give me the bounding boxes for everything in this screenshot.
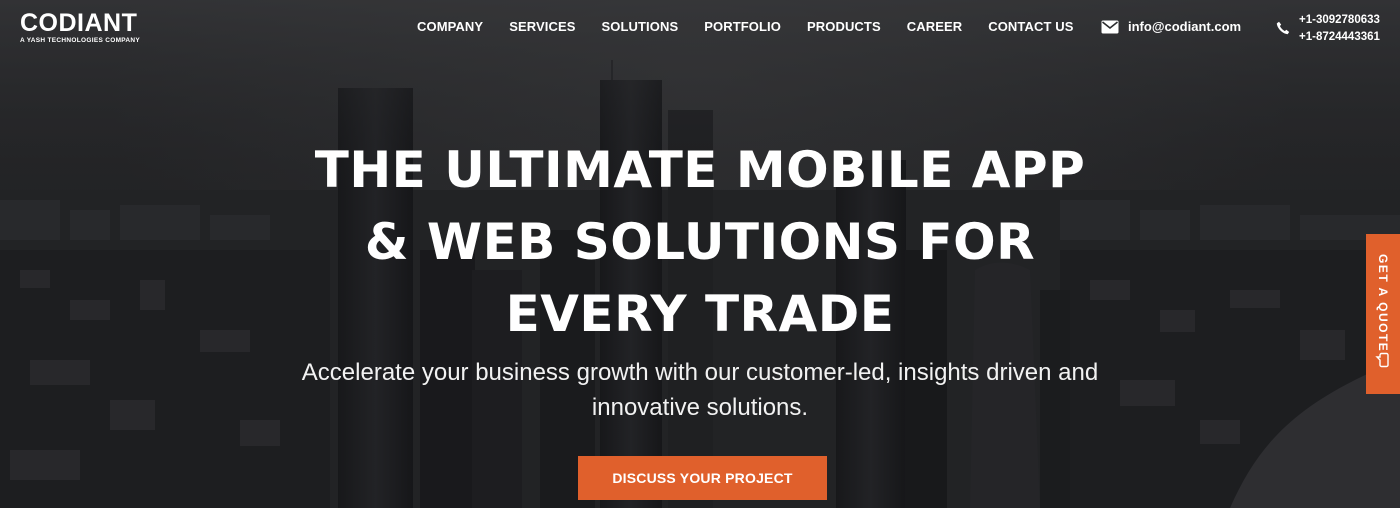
get-a-quote-label: GET A QUOTE [1376, 254, 1390, 353]
hero-headline: THE ULTIMATE MOBILE APP & WEB SOLUTIONS … [0, 134, 1400, 350]
logo-name: CODIANT [20, 9, 138, 37]
phone-contact[interactable]: +1-3092780633 +1-8724443361 [1276, 12, 1380, 46]
phone-number-2[interactable]: +1-8724443361 [1299, 29, 1380, 46]
email-address: info@codiant.com [1128, 19, 1242, 34]
email-contact[interactable]: info@codiant.com [1101, 19, 1241, 34]
chat-icon [1375, 352, 1389, 368]
nav-item-products[interactable]: PRODUCTS [807, 19, 881, 34]
subtext-line-1: Accelerate your business growth with our… [301, 359, 1099, 386]
headline-line-3: EVERY TRADE [505, 285, 895, 343]
main-nav: COMPANY SERVICES SOLUTIONS PORTFOLIO PRO… [417, 19, 1100, 34]
site-logo[interactable]: CODIANT A YASH TECHNOLOGIES COMPANY [20, 10, 140, 44]
hero-subtext: Accelerate your business growth with our… [250, 355, 1150, 425]
nav-item-contact-us[interactable]: CONTACT US [988, 19, 1073, 34]
headline-line-2: & WEB SOLUTIONS FOR [364, 213, 1036, 271]
nav-item-services[interactable]: SERVICES [509, 19, 575, 34]
phone-numbers: +1-3092780633 +1-8724443361 [1299, 12, 1380, 46]
nav-item-portfolio[interactable]: PORTFOLIO [704, 19, 781, 34]
discuss-project-button[interactable]: DISCUSS YOUR PROJECT [578, 456, 827, 500]
nav-item-company[interactable]: COMPANY [417, 19, 483, 34]
phone-number-1[interactable]: +1-3092780633 [1299, 12, 1380, 29]
phone-icon [1276, 21, 1290, 35]
headline-line-1: THE ULTIMATE MOBILE APP [314, 141, 1086, 199]
site-header: CODIANT A YASH TECHNOLOGIES COMPANY COMP… [0, 0, 1400, 56]
subtext-line-2: innovative solutions. [591, 394, 809, 421]
nav-item-career[interactable]: CAREER [907, 19, 963, 34]
logo-tagline: A YASH TECHNOLOGIES COMPANY [20, 37, 141, 44]
envelope-icon [1101, 20, 1119, 33]
nav-item-solutions[interactable]: SOLUTIONS [602, 19, 679, 34]
get-a-quote-tab[interactable]: GET A QUOTE [1366, 234, 1400, 394]
